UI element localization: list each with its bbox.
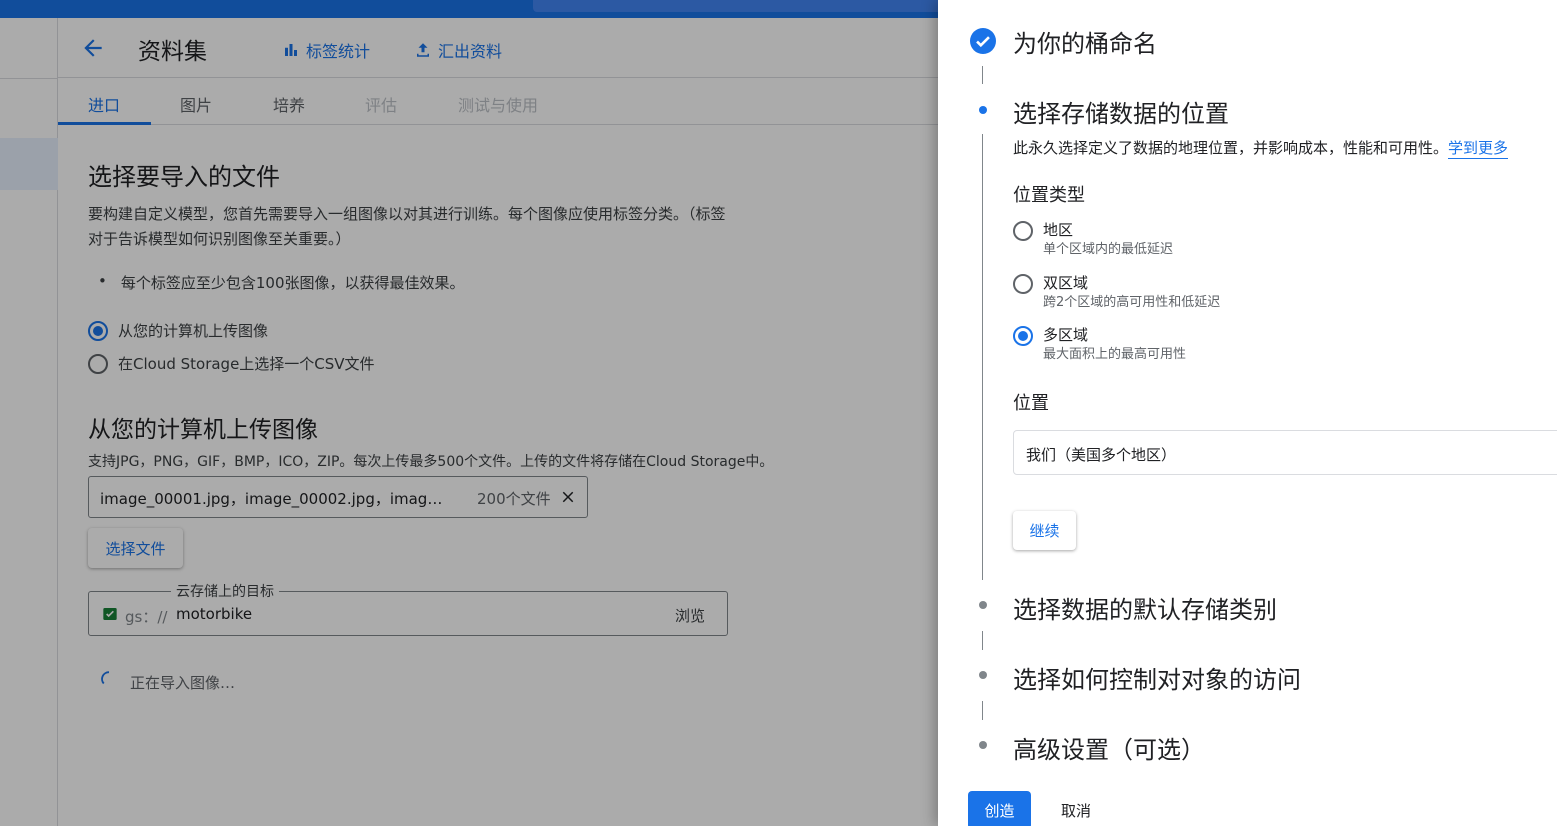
cancel-button[interactable]: 取消 <box>1046 791 1106 826</box>
location-label: 位置 <box>1013 393 1049 414</box>
step-access-control[interactable]: 选择如何控制对对象的访问 <box>1013 660 1301 695</box>
location-description: 此永久选择定义了数据的地理位置，并影响成本，性能和可用性。学到更多 <box>1013 137 1509 159</box>
option-sub: 单个区域内的最低延迟 <box>1043 242 1174 257</box>
location-option-multi-region[interactable]: 多区域 最大面积上的最高可用性 <box>1013 325 1186 365</box>
step-choose-location[interactable]: 选择存储数据的位置 <box>1013 94 1229 129</box>
step-connector <box>982 66 983 84</box>
step-connector <box>982 631 983 650</box>
option-label: 双区域 <box>1043 274 1089 292</box>
location-select-value: 我们（美国多个地区） <box>1026 446 1177 464</box>
create-button[interactable]: 创造 <box>968 791 1031 826</box>
step-storage-class[interactable]: 选择数据的默认存储类别 <box>1013 590 1277 625</box>
step-advanced-settings[interactable]: 高级设置（可选） <box>1013 730 1205 765</box>
option-label: 地区 <box>1043 221 1074 239</box>
option-sub: 最大面积上的最高可用性 <box>1043 347 1187 362</box>
pending-step-dot <box>979 741 987 749</box>
radio-unselected[interactable] <box>1013 274 1033 294</box>
pending-step-dot <box>979 601 987 609</box>
location-option-dual-region[interactable]: 双区域 跨2个区域的高可用性和低延迟 <box>1013 273 1220 313</box>
location-type-label: 位置类型 <box>1013 185 1085 206</box>
location-description-text: 此永久选择定义了数据的地理位置，并影响成本，性能和可用性。 <box>1013 139 1449 157</box>
step-connector <box>982 701 983 720</box>
step-name-bucket[interactable]: 为你的桶命名 <box>1013 24 1157 59</box>
current-step-dot <box>979 106 987 114</box>
learn-more-link[interactable]: 学到更多 <box>1448 139 1509 159</box>
step-connector <box>982 134 983 580</box>
pending-step-dot <box>979 671 987 679</box>
radio-selected[interactable] <box>1013 326 1033 346</box>
radio-unselected[interactable] <box>1013 221 1033 241</box>
option-sub: 跨2个区域的高可用性和低延迟 <box>1043 295 1221 310</box>
check-circle-icon <box>970 28 996 54</box>
create-bucket-panel: 为你的桶命名 选择存储数据的位置 此永久选择定义了数据的地理位置，并影响成本，性… <box>938 0 1557 826</box>
continue-button[interactable]: 继续 <box>1013 511 1076 550</box>
modal-scrim[interactable] <box>0 0 938 826</box>
location-select[interactable]: 我们（美国多个地区） <box>1013 430 1557 475</box>
option-label: 多区域 <box>1043 326 1089 344</box>
location-option-region[interactable]: 地区 单个区域内的最低延迟 <box>1013 220 1173 260</box>
